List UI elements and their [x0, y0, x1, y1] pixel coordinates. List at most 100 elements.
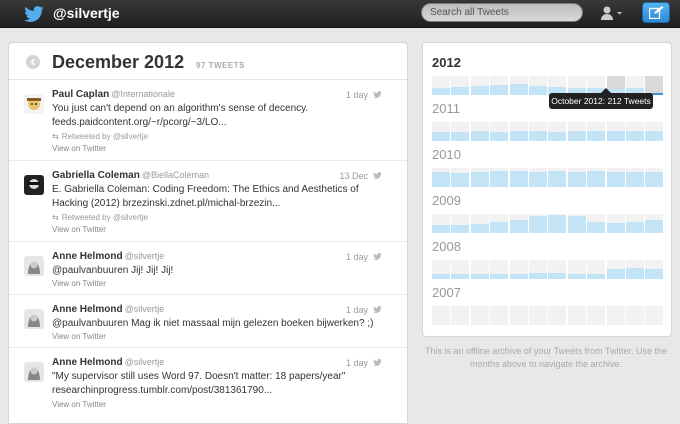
year-label-2007[interactable]: 2007 — [432, 285, 461, 300]
user-menu-button[interactable] — [600, 5, 624, 21]
month-bar-2009-6[interactable] — [529, 214, 547, 233]
month-bar-2009-10[interactable] — [606, 214, 625, 233]
month-bar-2010-4[interactable] — [490, 168, 509, 187]
twitter-bird-logo[interactable] — [24, 6, 44, 22]
view-on-twitter-link[interactable]: View on Twitter — [52, 332, 106, 341]
month-bar-2008-5[interactable] — [509, 260, 528, 279]
month-bar-2010-8[interactable] — [567, 168, 586, 187]
month-bar-2007-7[interactable] — [548, 306, 567, 325]
month-bar-2007-4[interactable] — [490, 306, 509, 325]
month-bar-2011-1[interactable] — [432, 122, 450, 141]
month-bar-2008-8[interactable] — [567, 260, 586, 279]
avatar[interactable] — [24, 256, 44, 276]
month-bar-2007-11[interactable] — [626, 306, 644, 325]
avatar[interactable] — [24, 309, 44, 329]
view-on-twitter-link[interactable]: View on Twitter — [52, 400, 106, 409]
month-bar-2011-2[interactable] — [451, 122, 470, 141]
month-bar-2009-9[interactable] — [587, 214, 606, 233]
month-bar-2007-9[interactable] — [587, 306, 606, 325]
month-bar-2011-10[interactable] — [606, 122, 625, 141]
compose-tweet-button[interactable] — [642, 2, 670, 23]
month-bar-2011-3[interactable] — [470, 122, 489, 141]
month-bar-2008-1[interactable] — [432, 260, 450, 279]
month-bar-2011-12[interactable] — [645, 122, 664, 141]
month-bar-2008-6[interactable] — [529, 260, 547, 279]
month-bar-2007-3[interactable] — [470, 306, 489, 325]
month-bar-2011-11[interactable] — [626, 122, 644, 141]
back-button[interactable] — [26, 55, 40, 69]
month-bar-2009-11[interactable] — [626, 214, 644, 233]
month-bar-2010-10[interactable] — [606, 168, 625, 187]
month-bar-2012-2[interactable] — [451, 76, 470, 95]
month-bar-2010-9[interactable] — [587, 168, 606, 187]
tweet-timestamp[interactable]: 1 day — [346, 358, 368, 368]
month-bar-2009-5[interactable] — [509, 214, 528, 233]
month-bar-2007-8[interactable] — [567, 306, 586, 325]
year-label-2008[interactable]: 2008 — [432, 239, 461, 254]
year-label-2010[interactable]: 2010 — [432, 147, 461, 162]
search-input[interactable] — [421, 3, 583, 22]
month-bar-2009-1[interactable] — [432, 214, 450, 233]
month-bar-2012-4[interactable] — [490, 76, 509, 95]
month-bar-2007-10[interactable] — [606, 306, 625, 325]
month-bar-2008-3[interactable] — [470, 260, 489, 279]
month-bar-2007-12[interactable] — [645, 306, 664, 325]
month-bar-2012-3[interactable] — [470, 76, 489, 95]
month-bar-2010-1[interactable] — [432, 168, 450, 187]
month-bar-2012-1[interactable] — [432, 76, 450, 95]
month-bar-2009-12[interactable] — [645, 214, 664, 233]
month-bars-2009 — [432, 214, 664, 233]
month-bar-2008-11[interactable] — [626, 260, 644, 279]
month-bar-2008-12[interactable] — [645, 260, 664, 279]
month-bar-2011-4[interactable] — [490, 122, 509, 141]
month-bar-2007-6[interactable] — [529, 306, 547, 325]
month-bar-2011-9[interactable] — [587, 122, 606, 141]
month-bar-2008-4[interactable] — [490, 260, 509, 279]
month-bar-2010-12[interactable] — [645, 168, 664, 187]
tweet-author[interactable]: Paul Caplan @Internationale — [52, 89, 175, 100]
month-bar-2007-1[interactable] — [432, 306, 450, 325]
month-bar-2011-6[interactable] — [529, 122, 547, 141]
tweet-timestamp[interactable]: 1 day — [346, 90, 368, 100]
month-bar-2008-10[interactable] — [606, 260, 625, 279]
month-bar-2010-2[interactable] — [451, 168, 470, 187]
account-handle[interactable]: @silvertje — [53, 5, 120, 21]
avatar[interactable] — [24, 362, 44, 382]
tweet-author[interactable]: Anne Helmond @silvertje — [52, 251, 164, 262]
view-on-twitter-link[interactable]: View on Twitter — [52, 144, 106, 153]
month-bar-2008-7[interactable] — [548, 260, 567, 279]
month-bar-2007-2[interactable] — [451, 306, 470, 325]
view-on-twitter-link[interactable]: View on Twitter — [52, 279, 106, 288]
tweet-timestamp[interactable]: 1 day — [346, 252, 368, 262]
tweet-author[interactable]: Anne Helmond @silvertje — [52, 304, 164, 315]
month-bar-2007-5[interactable] — [509, 306, 528, 325]
avatar[interactable] — [24, 94, 44, 114]
month-bar-2011-7[interactable] — [548, 122, 567, 141]
view-on-twitter-link[interactable]: View on Twitter — [52, 225, 106, 234]
month-bar-2009-8[interactable] — [567, 214, 586, 233]
year-label-2009[interactable]: 2009 — [432, 193, 461, 208]
month-bar-2010-11[interactable] — [626, 168, 644, 187]
month-bar-2011-8[interactable] — [567, 122, 586, 141]
month-bars-2007 — [432, 306, 664, 325]
month-bar-2010-7[interactable] — [548, 168, 567, 187]
avatar[interactable] — [24, 175, 44, 195]
year-label-2011[interactable]: 2011 — [432, 101, 460, 116]
month-bar-2008-9[interactable] — [587, 260, 606, 279]
tweet-timestamp[interactable]: 13 Dec — [339, 171, 368, 181]
tweet-author[interactable]: Gabriella Coleman @BiellaColeman — [52, 170, 209, 181]
month-bar-2009-4[interactable] — [490, 214, 509, 233]
month-bar-2012-6[interactable] — [529, 76, 547, 95]
month-bar-2009-7[interactable] — [548, 214, 567, 233]
month-bar-2010-6[interactable] — [529, 168, 547, 187]
month-bar-2010-5[interactable] — [509, 168, 528, 187]
month-bar-2008-2[interactable] — [451, 260, 470, 279]
month-bar-2009-2[interactable] — [451, 214, 470, 233]
tweet-author[interactable]: Anne Helmond @silvertje — [52, 357, 164, 368]
month-bar-2011-5[interactable] — [509, 122, 528, 141]
year-label-2012[interactable]: 2012 — [432, 55, 461, 70]
month-bar-2009-3[interactable] — [470, 214, 489, 233]
tweet-timestamp[interactable]: 1 day — [346, 305, 368, 315]
month-bar-2012-5[interactable] — [509, 76, 528, 95]
month-bar-2010-3[interactable] — [470, 168, 489, 187]
